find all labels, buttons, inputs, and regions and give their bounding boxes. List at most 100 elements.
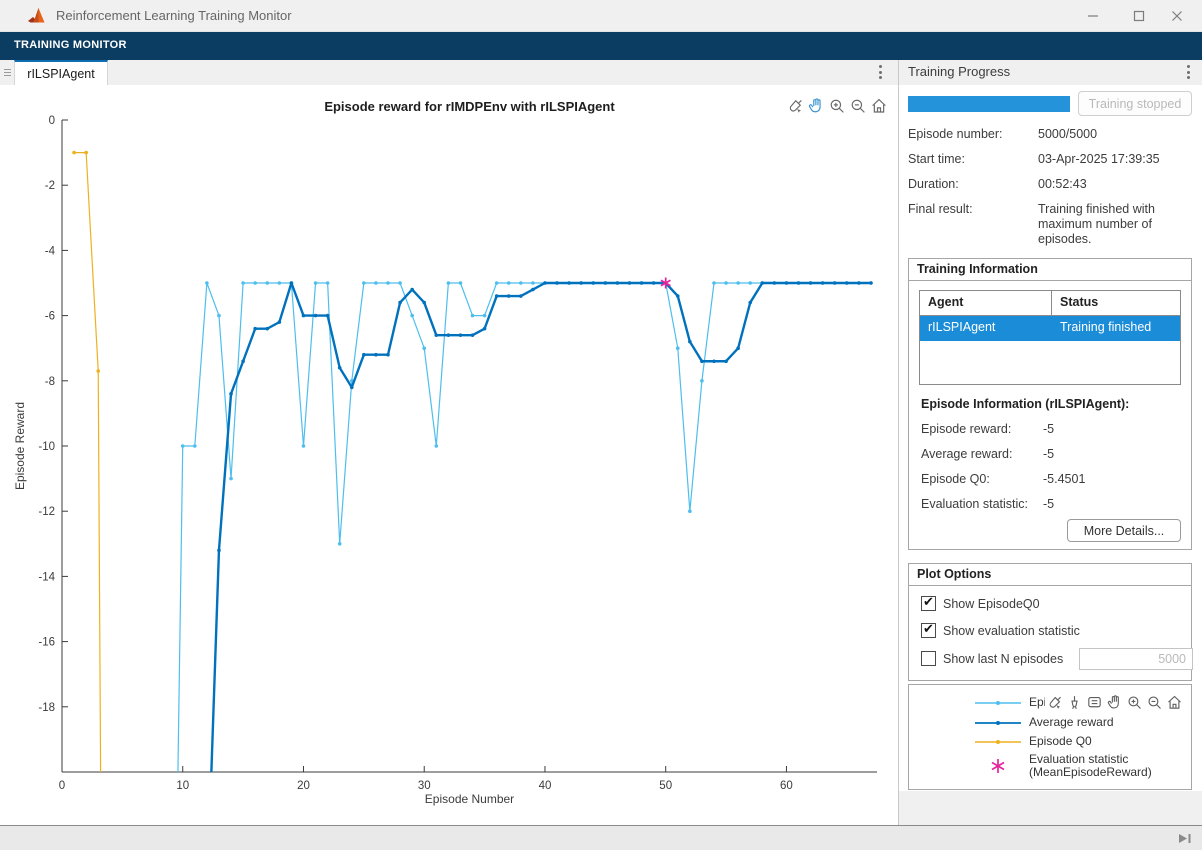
svg-text:40: 40 [539, 780, 552, 792]
plot-options-group: Plot Options Show EpisodeQ0 Show evaluat… [908, 563, 1192, 681]
checkbox-label: Show EpisodeQ0 [943, 597, 1040, 611]
cell-status: Training finished [1051, 316, 1180, 341]
pan-hand-icon[interactable] [807, 96, 825, 116]
field-value: 5000/5000 [1038, 127, 1192, 142]
panel-title: Training Progress [908, 64, 1010, 79]
field-label: Evaluation statistic: [921, 497, 1028, 511]
ribbon-tab-training-monitor[interactable]: TRAINING MONITOR [14, 39, 127, 51]
column-header-agent[interactable]: Agent [920, 291, 1051, 315]
show-evaluation-statistic-checkbox[interactable] [921, 623, 936, 638]
tab-rilspiagent[interactable]: rILSPIAgent [14, 60, 108, 85]
panel-menu-icon[interactable] [1180, 61, 1196, 83]
show-episodeq0-checkbox[interactable] [921, 596, 936, 611]
n-episodes-input[interactable] [1079, 648, 1193, 670]
field-value: -5 [1043, 422, 1054, 436]
brush-data-icon[interactable] [786, 96, 804, 116]
progress-fill [908, 96, 1070, 112]
training-stopped-button[interactable]: Training stopped [1078, 91, 1192, 116]
svg-text:-6: -6 [45, 311, 55, 323]
legend-label: Episode Q0 [1029, 735, 1092, 748]
brush-data-icon[interactable] [1045, 693, 1063, 713]
field-value: -5 [1043, 497, 1054, 511]
field-value: Training finished with maximum number of… [1038, 202, 1192, 247]
field-value: 03-Apr-2025 17:39:35 [1038, 152, 1192, 167]
tab-bar: rILSPIAgent Training Progress [0, 60, 1202, 85]
zoom-in-icon[interactable] [1125, 693, 1143, 713]
ribbon-bar: TRAINING MONITOR [0, 32, 1202, 60]
legend-line-sample [975, 737, 1021, 747]
zoom-out-icon[interactable] [1145, 693, 1163, 713]
checkbox-label: Show last N episodes [943, 652, 1063, 666]
checkbox-row-evaluation[interactable]: Show evaluation statistic [921, 623, 1080, 638]
agent-status-table[interactable]: Agent Status rILSPIAgent Training finish… [919, 290, 1181, 385]
svg-text:0: 0 [59, 780, 65, 792]
group-title: Plot Options [909, 564, 1191, 586]
field-label: Duration: [908, 177, 959, 191]
svg-text:20: 20 [297, 780, 310, 792]
table-row-selected[interactable]: rILSPIAgent Training finished [920, 316, 1180, 341]
field-label: Episode number: [908, 127, 1003, 141]
maximize-button[interactable] [1122, 4, 1156, 28]
column-header-status[interactable]: Status [1051, 291, 1180, 315]
svg-text:-16: -16 [38, 637, 55, 649]
legend-asterisk-sample [975, 755, 1021, 777]
svg-text:-8: -8 [45, 376, 55, 388]
svg-text:-4: -4 [45, 245, 56, 257]
legend-entry-episode-q0[interactable]: Episode Q0 [975, 735, 1092, 748]
training-chart[interactable]: 01020304050600-2-4-6-8-10-12-14-16-18Epi… [10, 85, 898, 825]
checkbox-row-last-n[interactable]: Show last N episodes [921, 651, 1063, 666]
training-progress-bar [908, 96, 1070, 112]
legend-entry-evaluation-statistic[interactable]: Evaluation statistic (MeanEpisodeReward) [975, 753, 1181, 779]
svg-text:60: 60 [780, 780, 793, 792]
svg-text:-10: -10 [38, 441, 55, 453]
svg-text:Episode Reward: Episode Reward [13, 402, 27, 490]
chart-pane-menu-icon[interactable] [872, 61, 888, 83]
average-reward-row: Average reward: -5 [921, 447, 1181, 461]
training-information-group: Training Information Agent Status rILSPI… [908, 258, 1192, 550]
episode-q0-row: Episode Q0: -5.4501 [921, 472, 1181, 486]
window-title: Reinforcement Learning Training Monitor [56, 8, 292, 23]
legend-entry-average-reward[interactable]: Average reward [975, 716, 1114, 729]
cell-agent: rILSPIAgent [920, 316, 1051, 341]
pan-hand-icon[interactable] [1105, 693, 1123, 713]
svg-text:50: 50 [659, 780, 672, 792]
legend-label: Evaluation statistic (MeanEpisodeReward) [1029, 753, 1181, 779]
paintbrush-icon[interactable] [1065, 693, 1083, 713]
table-header-row: Agent Status [920, 291, 1180, 316]
episode-reward-row: Episode reward: -5 [921, 422, 1181, 436]
home-restore-view-icon[interactable] [1165, 693, 1183, 713]
expand-panel-icon[interactable] [1178, 832, 1192, 850]
close-button[interactable] [1160, 4, 1194, 28]
legend-line-sample [975, 718, 1021, 728]
field-label: Start time: [908, 152, 965, 166]
field-label: Episode Q0: [921, 472, 990, 486]
checkbox-row-episodeq0[interactable]: Show EpisodeQ0 [921, 596, 1040, 611]
panel-filler [899, 791, 1202, 825]
svg-text:30: 30 [418, 780, 431, 792]
app-window: Reinforcement Learning Training Monitor … [0, 0, 1202, 850]
legend-label: Average reward [1029, 716, 1114, 729]
svg-text:10: 10 [176, 780, 189, 792]
chart-toolbar [786, 96, 888, 116]
svg-text:Episode Number: Episode Number [425, 792, 514, 806]
svg-text:-2: -2 [45, 180, 55, 192]
svg-text:0: 0 [49, 115, 55, 127]
checkbox-label: Show evaluation statistic [943, 624, 1080, 638]
chart-legend: Episode reward [908, 684, 1192, 790]
minimize-button[interactable] [1076, 4, 1110, 28]
field-label: Average reward: [921, 447, 1013, 461]
status-bar [0, 825, 1202, 850]
show-last-n-episodes-checkbox[interactable] [921, 651, 936, 666]
tab-label: rILSPIAgent [27, 67, 94, 81]
home-restore-view-icon[interactable] [870, 96, 888, 116]
zoom-in-icon[interactable] [828, 96, 846, 116]
zoom-out-icon[interactable] [849, 96, 867, 116]
more-details-button[interactable]: More Details... [1067, 519, 1181, 542]
legend-toolbar [1045, 691, 1191, 714]
svg-text:-18: -18 [38, 702, 55, 714]
datatip-icon[interactable] [1085, 693, 1103, 713]
svg-text:-12: -12 [38, 506, 55, 518]
drag-grip-icon[interactable] [0, 60, 14, 85]
matlab-logo-icon [27, 6, 47, 30]
field-label: Episode reward: [921, 422, 1011, 436]
